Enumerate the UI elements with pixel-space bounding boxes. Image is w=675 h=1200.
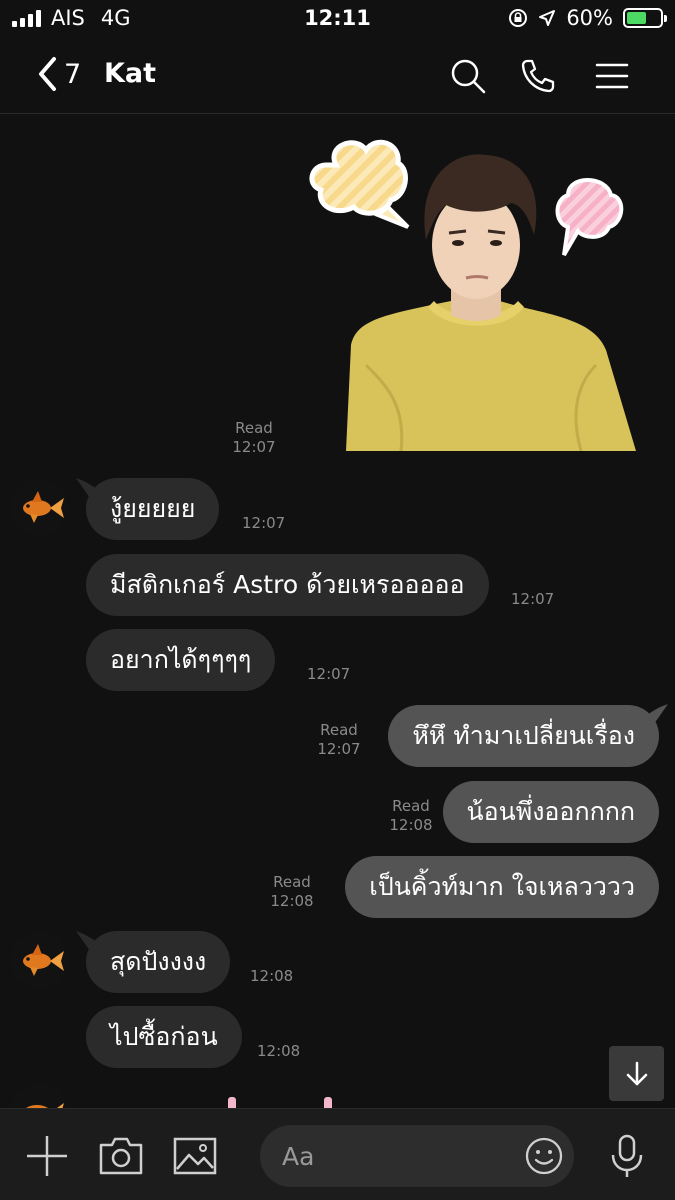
message-time: 12:08 [257, 1042, 301, 1060]
message-input-box[interactable] [260, 1125, 574, 1187]
image-icon[interactable] [172, 1133, 218, 1179]
goldfish-avatar-image [10, 931, 68, 989]
message-time: 12:08 [250, 967, 294, 985]
microphone-icon[interactable] [604, 1133, 650, 1179]
read-label: Read [235, 419, 273, 437]
message-bubble-incoming[interactable]: ไปซื้อก่อน [86, 1006, 242, 1068]
status-right: 60% [508, 6, 667, 30]
scroll-down-button[interactable] [609, 1046, 664, 1101]
chevron-left-icon [39, 57, 56, 91]
plus-icon[interactable] [24, 1133, 70, 1179]
chat-header: 7 Kat [0, 40, 675, 114]
goldfish-avatar-image [10, 1083, 68, 1108]
chat-title: Kat [104, 58, 157, 89]
message-bubble-incoming[interactable]: มีสติกเกอร์ Astro ด้วยเหรอออออ [86, 554, 489, 616]
goldfish-avatar-image [10, 478, 68, 536]
message-time: 12:07 [232, 438, 276, 456]
partial-sticker [324, 1097, 332, 1108]
message-time: 12:07 [307, 665, 351, 683]
message-time: 12:07 [242, 514, 286, 532]
message-bubble-outgoing[interactable]: น้อนพึ่งออกกกก [442, 781, 659, 843]
read-label: Read [320, 721, 358, 739]
message-time: 12:08 [389, 816, 433, 834]
rotation-lock-icon [509, 9, 528, 27]
battery-icon [623, 8, 667, 28]
camera-icon[interactable] [98, 1133, 144, 1179]
sticker-image [309, 139, 636, 452]
read-label: Read [392, 797, 430, 815]
message-bubble-incoming[interactable]: อยากได้ๆๆๆๆ [86, 629, 276, 691]
message-bubble-incoming[interactable]: สุดปังงงง [86, 931, 231, 993]
phone-icon[interactable] [518, 56, 558, 96]
message-time: 12:07 [511, 590, 555, 608]
contact-avatar[interactable] [10, 1083, 68, 1108]
read-receipt: Read 12:07 [225, 419, 283, 457]
composer-bar [0, 1108, 675, 1200]
sticker-message[interactable] [306, 135, 636, 452]
emoji-icon[interactable] [524, 1136, 564, 1176]
read-label: Read [273, 873, 311, 891]
status-bar: AIS 4G 12:11 60% [0, 0, 675, 40]
read-receipt: Read 12:07 [314, 721, 364, 759]
battery-percent: 60% [566, 6, 613, 30]
menu-icon[interactable] [592, 56, 632, 96]
contact-avatar[interactable] [10, 478, 68, 536]
read-receipt: Read 12:08 [386, 797, 436, 835]
message-input[interactable] [282, 1125, 512, 1187]
chat-messages[interactable]: Read 12:07 งู้ยยยยย 12:07 มีสติกเกอร์ As… [0, 115, 675, 1108]
unread-count: 7 [64, 58, 82, 90]
message-bubble-incoming[interactable]: งู้ยยยยย [86, 478, 220, 540]
search-icon[interactable] [448, 56, 488, 96]
back-button[interactable]: 7 [36, 56, 81, 92]
contact-avatar[interactable] [10, 931, 68, 989]
arrow-down-icon [626, 1061, 647, 1085]
message-bubble-outgoing[interactable]: หึหึ ทำมาเปลี่ยนเรื่อง [388, 705, 659, 767]
message-time: 12:08 [270, 892, 314, 910]
message-bubble-outgoing[interactable]: เป็นคิ้วท์มาก ใจเหลวววว [345, 856, 659, 918]
partial-sticker [228, 1097, 236, 1108]
read-receipt: Read 12:08 [267, 873, 317, 911]
location-icon [539, 10, 556, 26]
message-time: 12:07 [317, 740, 361, 758]
